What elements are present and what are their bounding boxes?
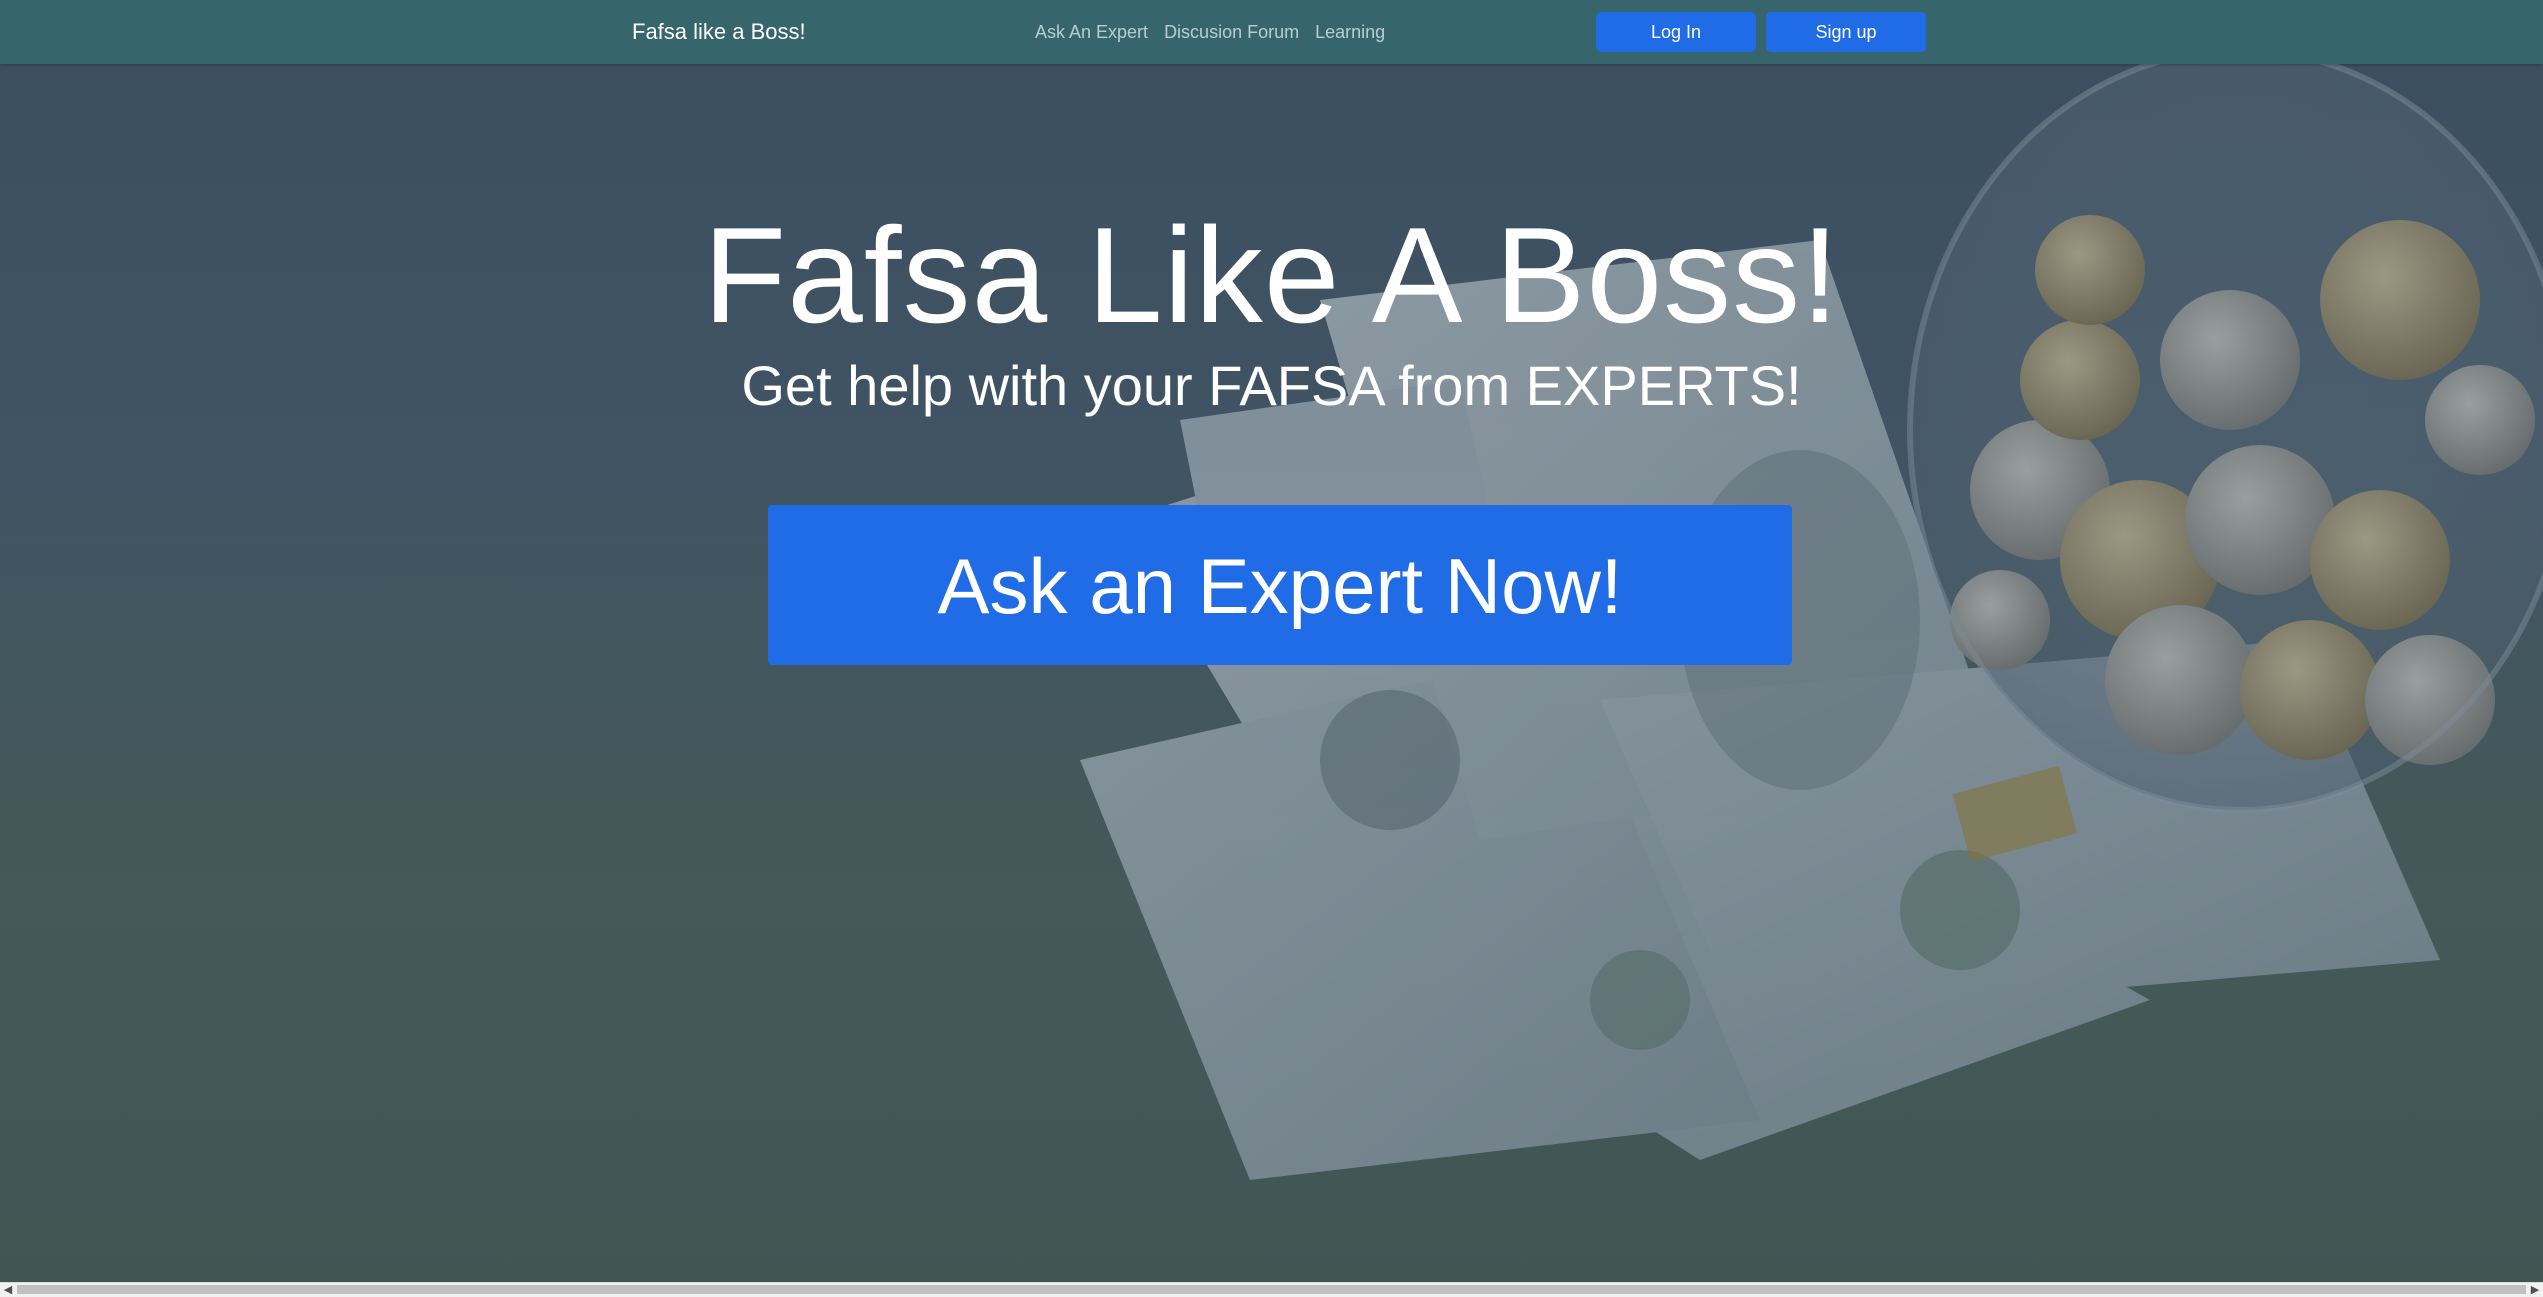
hero-title: Fafsa Like A Boss! (703, 199, 1840, 351)
ask-expert-cta-button[interactable]: Ask an Expert Now! (768, 505, 1792, 665)
page: Fafsa like a Boss! Ask An Expert Discusi… (0, 0, 2543, 1297)
scrollbar-thumb[interactable] (17, 1285, 2526, 1294)
nav-links: Ask An Expert Discusion Forum Learning (1035, 20, 1385, 44)
chevron-right-icon[interactable]: ▶ (2527, 1283, 2543, 1297)
signup-button[interactable]: Sign up (1766, 12, 1926, 52)
login-button[interactable]: Log In (1596, 12, 1756, 52)
horizontal-scrollbar[interactable]: ◀ ▶ (0, 1282, 2543, 1297)
nav-link-learning[interactable]: Learning (1315, 20, 1385, 44)
nav-buttons: Log In Sign up (1596, 12, 1926, 52)
navbar: Fafsa like a Boss! Ask An Expert Discusi… (0, 0, 2543, 64)
brand-link[interactable]: Fafsa like a Boss! (632, 18, 806, 46)
hero-content: Fafsa Like A Boss! Get help with your FA… (0, 200, 2543, 422)
hero-subtitle: Get help with your FAFSA from EXPERTS! (741, 354, 1802, 417)
nav-link-ask-an-expert[interactable]: Ask An Expert (1035, 20, 1148, 44)
nav-link-discussion-forum[interactable]: Discusion Forum (1164, 20, 1299, 44)
chevron-left-icon[interactable]: ◀ (0, 1283, 16, 1297)
